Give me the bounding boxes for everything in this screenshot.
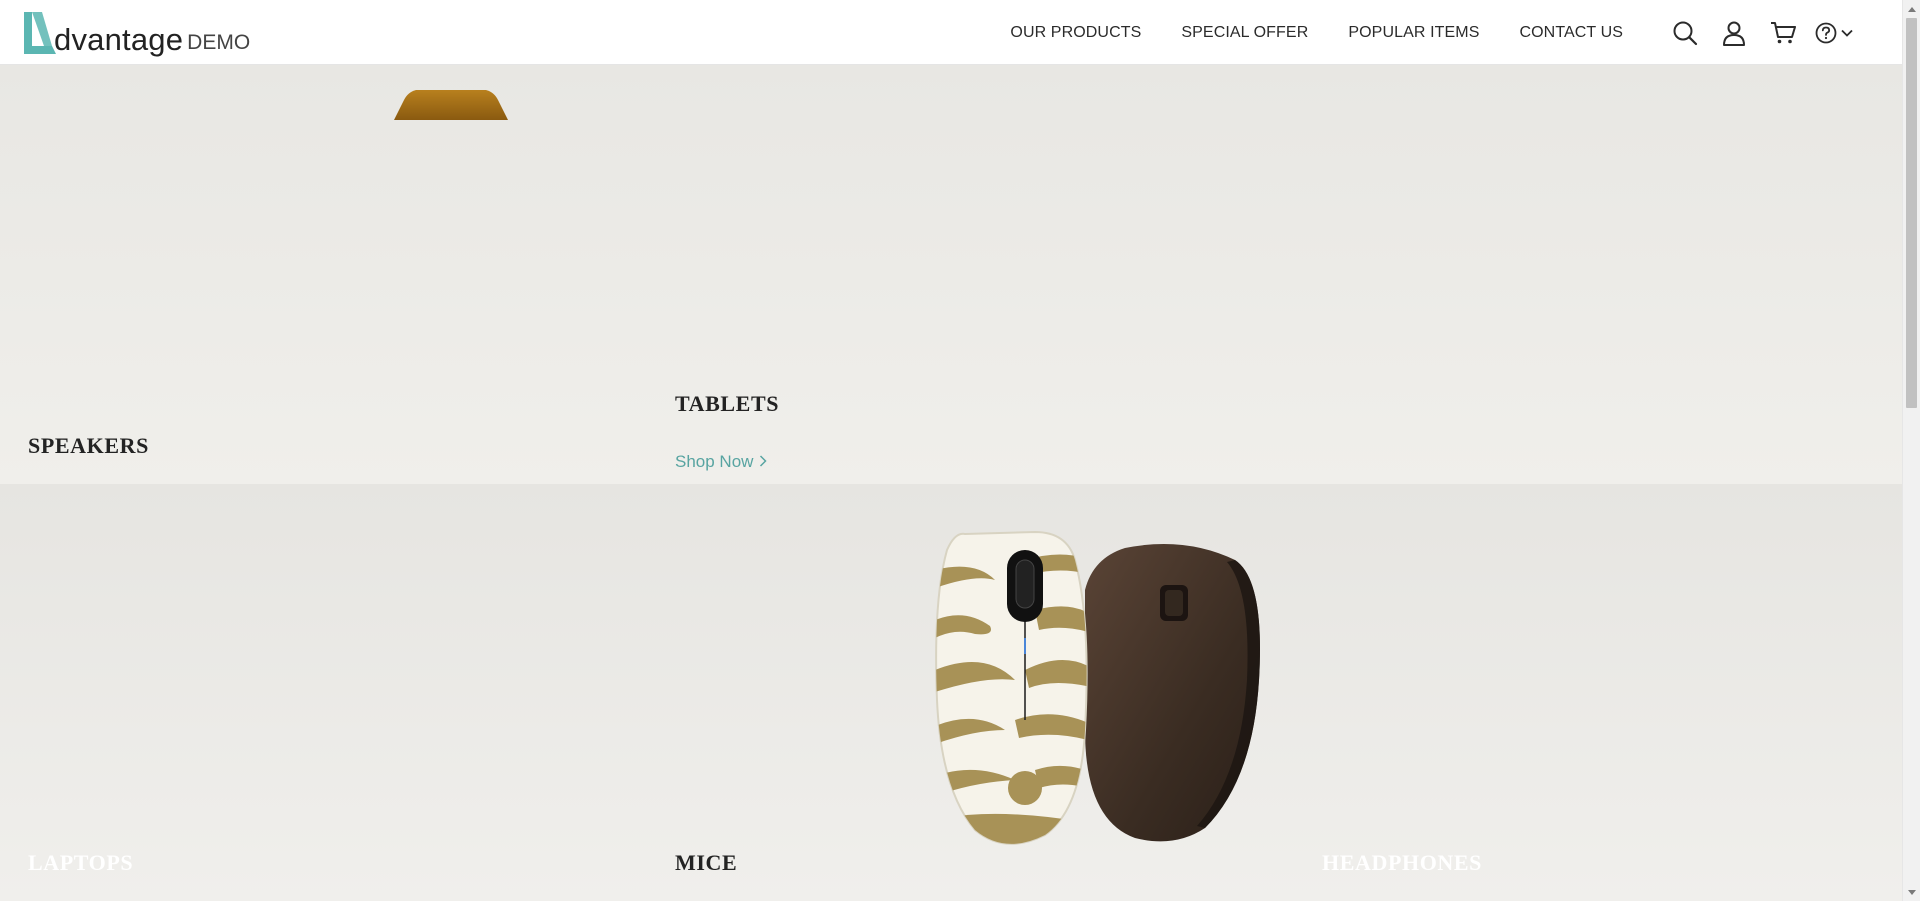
category-row-top: [0, 65, 1902, 484]
nav-contact-us[interactable]: CONTACT US: [1519, 24, 1623, 42]
nav-icons: [1651, 18, 1854, 48]
shop-now-link[interactable]: Shop Now: [675, 452, 767, 472]
page-scrollbar[interactable]: [1902, 0, 1920, 901]
nav-special-offer[interactable]: SPECIAL OFFER: [1181, 24, 1308, 42]
search-icon[interactable]: [1670, 18, 1700, 48]
category-title-speakers[interactable]: SPEAKERS: [28, 433, 149, 459]
nav-popular-items[interactable]: POPULAR ITEMS: [1348, 24, 1479, 42]
main-nav: OUR PRODUCTS SPECIAL OFFER POPULAR ITEMS…: [970, 0, 1902, 65]
logo-mark-icon: [24, 12, 56, 54]
shop-now-label: Shop Now: [675, 452, 754, 471]
category-title-headphones[interactable]: HEADPHONES: [1322, 850, 1482, 876]
chevron-down-icon: [1841, 29, 1853, 37]
site-logo[interactable]: dvantage DEMO: [22, 10, 250, 56]
category-title-laptops[interactable]: LAPTOPS: [28, 850, 133, 876]
scroll-up-icon[interactable]: [1903, 0, 1920, 17]
mice-image[interactable]: [935, 530, 1265, 850]
logo-demo: DEMO: [187, 31, 251, 54]
logo-word: dvantage: [54, 22, 184, 57]
scroll-down-icon[interactable]: [1903, 884, 1920, 901]
site-header: dvantage DEMO OUR PRODUCTS SPECIAL OFFER…: [0, 0, 1902, 65]
category-title-mice[interactable]: MICE: [675, 850, 737, 876]
help-icon: [1815, 22, 1837, 43]
chevron-right-icon: [759, 454, 767, 471]
cart-icon[interactable]: [1768, 18, 1798, 48]
category-title-tablets[interactable]: TABLETS: [675, 391, 779, 417]
help-menu[interactable]: [1815, 22, 1854, 44]
scrollbar-thumb[interactable]: [1906, 18, 1917, 408]
user-icon[interactable]: [1719, 18, 1749, 48]
nav-our-products[interactable]: OUR PRODUCTS: [1010, 24, 1141, 42]
speaker-image[interactable]: [394, 90, 508, 120]
